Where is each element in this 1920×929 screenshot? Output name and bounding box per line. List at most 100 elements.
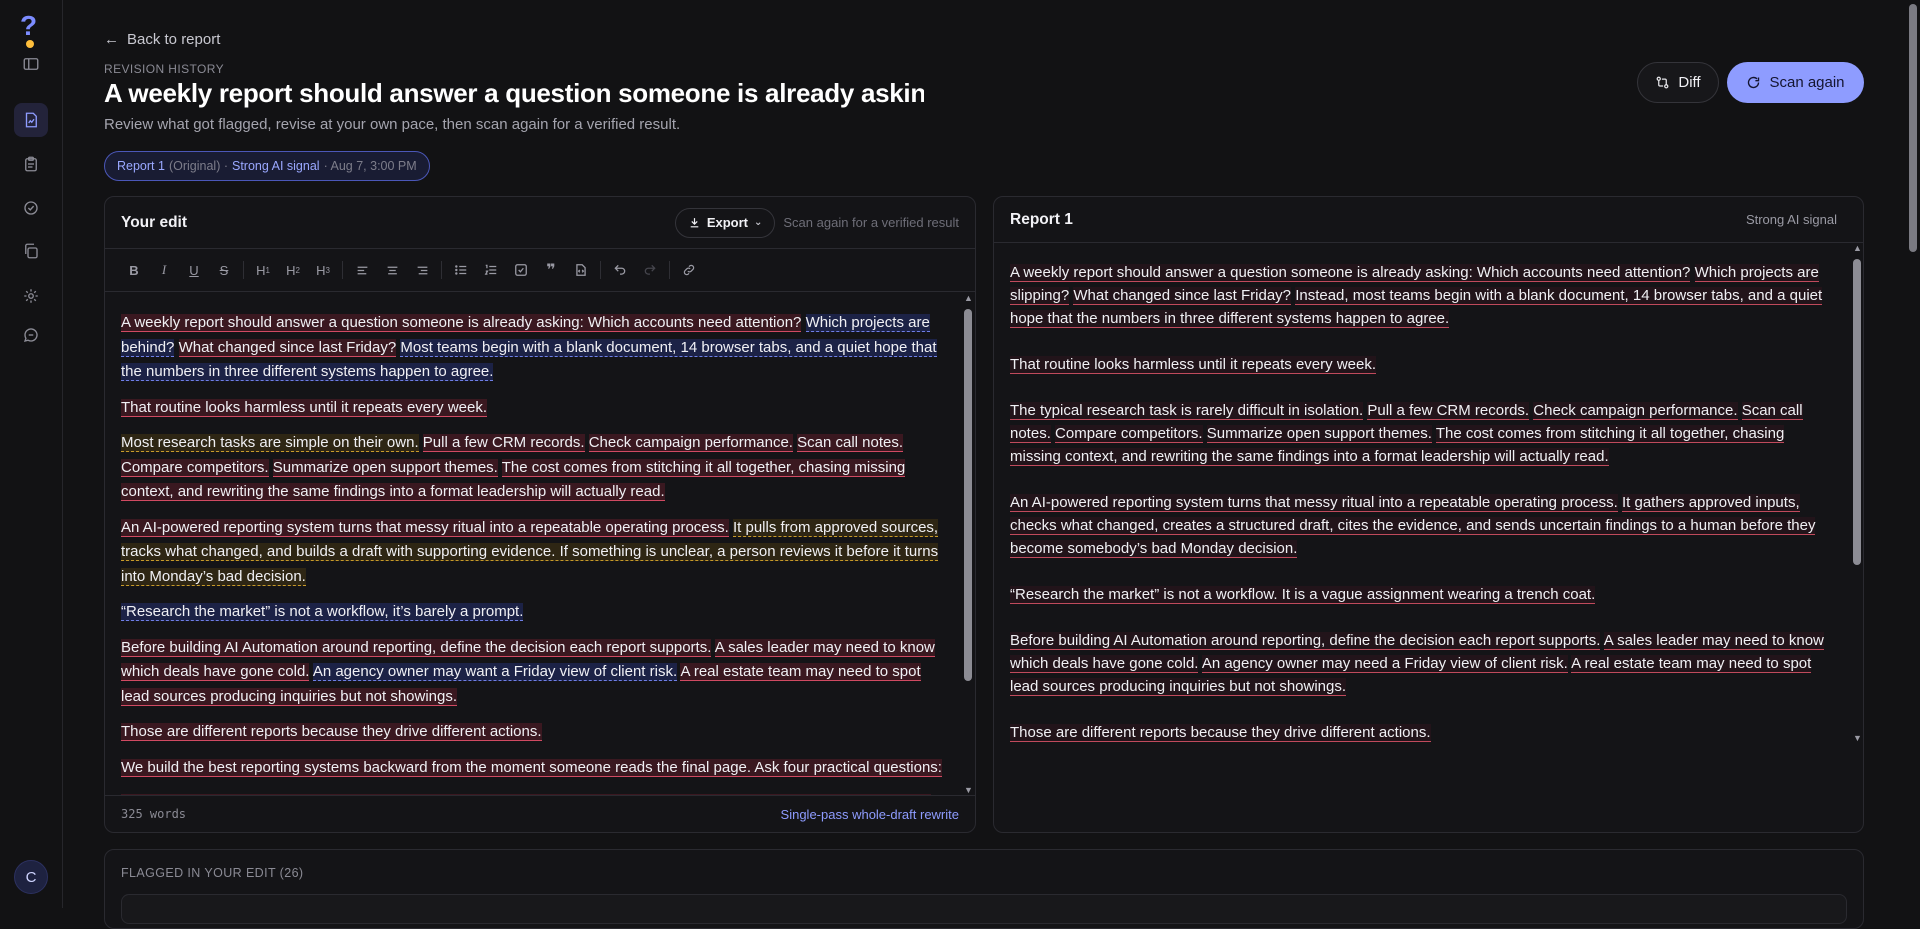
strikethrough-icon[interactable]: S (209, 255, 239, 285)
flagged-sentence[interactable]: “Research the market” is not a workflow,… (121, 603, 524, 621)
flagged-sentence[interactable]: Pull a few CRM records. (1367, 402, 1530, 420)
flagged-sentence[interactable]: “Research the market” is not a workflow.… (1010, 586, 1596, 604)
italic-icon[interactable]: I (149, 255, 179, 285)
flagged-sentence[interactable]: We build the best reporting systems back… (121, 758, 942, 777)
flagged-sentence[interactable]: A weekly report should answer a question… (121, 314, 802, 332)
link-icon[interactable] (674, 255, 704, 285)
heading2-icon[interactable]: H2 (278, 255, 308, 285)
flagged-sentence[interactable]: An agency owner may want a Friday view o… (312, 663, 678, 681)
download-icon (690, 218, 699, 228)
diff-button[interactable]: Diff (1637, 62, 1719, 103)
toolbar-divider (342, 261, 343, 279)
sidebar-toggle-icon[interactable] (14, 47, 48, 81)
flagged-sentence[interactable]: Summarize open support themes. (272, 458, 498, 477)
text-span (1690, 264, 1694, 281)
avatar[interactable]: C (14, 860, 48, 894)
chevron-down-icon: ⌄ (754, 217, 763, 228)
version-original: (Original) · (168, 159, 228, 173)
gear-icon[interactable] (14, 279, 48, 313)
flagged-heading: FLAGGED IN YOUR EDIT (26) (121, 866, 304, 880)
toolbar-divider (669, 261, 670, 279)
flagged-sentence[interactable]: Before building AI Automation around rep… (1010, 632, 1601, 650)
scan-again-button[interactable]: Scan again (1727, 62, 1864, 103)
flagged-sentence[interactable]: What changed since last Friday? (178, 338, 397, 357)
back-link[interactable]: ← Back to report (104, 31, 220, 48)
numbered-list-icon[interactable] (476, 255, 506, 285)
paragraph: That routine looks harmless until it rep… (1010, 353, 1833, 376)
flagged-sentence[interactable]: Pull a few CRM records. (422, 434, 585, 452)
flagged-sentence[interactable]: An agency owner may need a Friday view o… (1201, 655, 1568, 673)
diff-label: Diff (1678, 74, 1701, 91)
align-right-icon[interactable] (407, 255, 437, 285)
flagged-sentence[interactable]: Check campaign performance. (588, 434, 793, 452)
flagged-sentence[interactable]: That routine looks harmless until it rep… (1010, 356, 1376, 374)
flagged-sentence[interactable]: An AI-powered reporting system turns tha… (1010, 494, 1618, 512)
toolbar-divider (600, 261, 601, 279)
scan-hint: Scan again for a verified result (783, 215, 959, 230)
scroll-up-icon[interactable]: ▲ (964, 293, 973, 303)
report-content: A weekly report should answer a question… (994, 243, 1849, 743)
flagged-sentence[interactable]: Summarize open support themes. (1206, 425, 1432, 443)
version-pill[interactable]: Report 1 (Original) · Strong AI signal ·… (104, 151, 430, 181)
rewrite-mode-link[interactable]: Single-pass whole-draft rewrite (781, 807, 959, 822)
scroll-down-icon[interactable]: ▼ (1853, 733, 1862, 743)
report-icon[interactable] (14, 103, 48, 137)
paragraph: An AI-powered reporting system turns tha… (1010, 491, 1833, 560)
version-signal: Strong AI signal (232, 159, 320, 173)
quote-icon[interactable]: ❞ (536, 255, 566, 285)
scroll-down-icon[interactable]: ▼ (964, 785, 973, 795)
paragraph: That routine looks harmless until it rep… (121, 396, 947, 421)
main-content: ← Back to report REVISION HISTORY A week… (104, 0, 1864, 929)
scroll-thumb[interactable] (964, 309, 972, 681)
flagged-sentence[interactable]: Compare competitors. (121, 458, 269, 477)
flagged-sentence[interactable]: Compare competitors. (1055, 425, 1203, 443)
flagged-sentence[interactable]: That routine looks harmless until it rep… (121, 398, 487, 417)
chat-icon[interactable] (14, 318, 48, 352)
paragraph: An AI-powered reporting system turns tha… (121, 516, 947, 590)
flagged-sentence[interactable]: Most research tasks are simple on their … (121, 434, 419, 452)
back-link-label: Back to report (127, 31, 221, 48)
editor-scrollbar[interactable]: ▲ ▼ (963, 293, 973, 795)
report-scrollbar[interactable]: ▲ ▼ (1852, 243, 1862, 743)
flagged-sentence[interactable]: A weekly report should answer a question… (1010, 264, 1691, 282)
window-scrollbar[interactable] (1906, 0, 1920, 908)
diff-icon (1656, 76, 1669, 89)
heading3-icon[interactable]: H3 (308, 255, 338, 285)
text-span (174, 339, 178, 356)
copy-icon[interactable] (14, 234, 48, 268)
align-center-icon[interactable] (377, 255, 407, 285)
scroll-up-icon[interactable]: ▲ (1853, 243, 1862, 253)
flagged-sentence[interactable]: Scan call notes. (797, 434, 904, 452)
checklist-icon[interactable] (506, 255, 536, 285)
flagged-sentence[interactable]: Those are different reports because they… (1010, 724, 1431, 742)
underline-icon[interactable]: U (179, 255, 209, 285)
code-block-icon[interactable] (566, 255, 596, 285)
flagged-sentence[interactable]: Check campaign performance. (1533, 402, 1738, 420)
scroll-thumb[interactable] (1853, 259, 1861, 565)
flagged-sentence[interactable]: An AI-powered reporting system turns tha… (121, 518, 729, 537)
page-title: A weekly report should answer a question… (104, 78, 924, 108)
flagged-sentence[interactable]: Those are different reports because they… (121, 723, 542, 741)
version-report: Report 1 (117, 159, 165, 173)
clipboard-icon[interactable] (14, 147, 48, 181)
bold-icon[interactable]: B (119, 255, 149, 285)
check-circle-icon[interactable] (14, 191, 48, 225)
editor-content[interactable]: A weekly report should answer a question… (105, 293, 963, 795)
paragraph: Those are different reports because they… (1010, 721, 1833, 743)
paragraph: A weekly report should answer a question… (1010, 261, 1833, 330)
logo-icon[interactable]: ? (20, 10, 37, 48)
app-rail: ? C (0, 0, 63, 908)
paragraph: “Research the market” is not a workflow,… (121, 600, 947, 625)
toolbar-divider (243, 261, 244, 279)
heading1-icon[interactable]: H1 (248, 255, 278, 285)
flagged-item[interactable] (121, 894, 1847, 924)
bullet-list-icon[interactable] (446, 255, 476, 285)
flagged-sentence[interactable]: Before building AI Automation around rep… (121, 638, 712, 657)
align-left-icon[interactable] (347, 255, 377, 285)
export-button[interactable]: Export ⌄ (674, 207, 776, 238)
flagged-sentence[interactable]: The typical research task is rarely diff… (1010, 402, 1364, 420)
window-scroll-thumb[interactable] (1909, 4, 1917, 252)
undo-icon[interactable] (605, 255, 635, 285)
flagged-sentence[interactable]: What changed since last Friday? (1073, 287, 1292, 305)
redo-icon[interactable] (635, 255, 665, 285)
